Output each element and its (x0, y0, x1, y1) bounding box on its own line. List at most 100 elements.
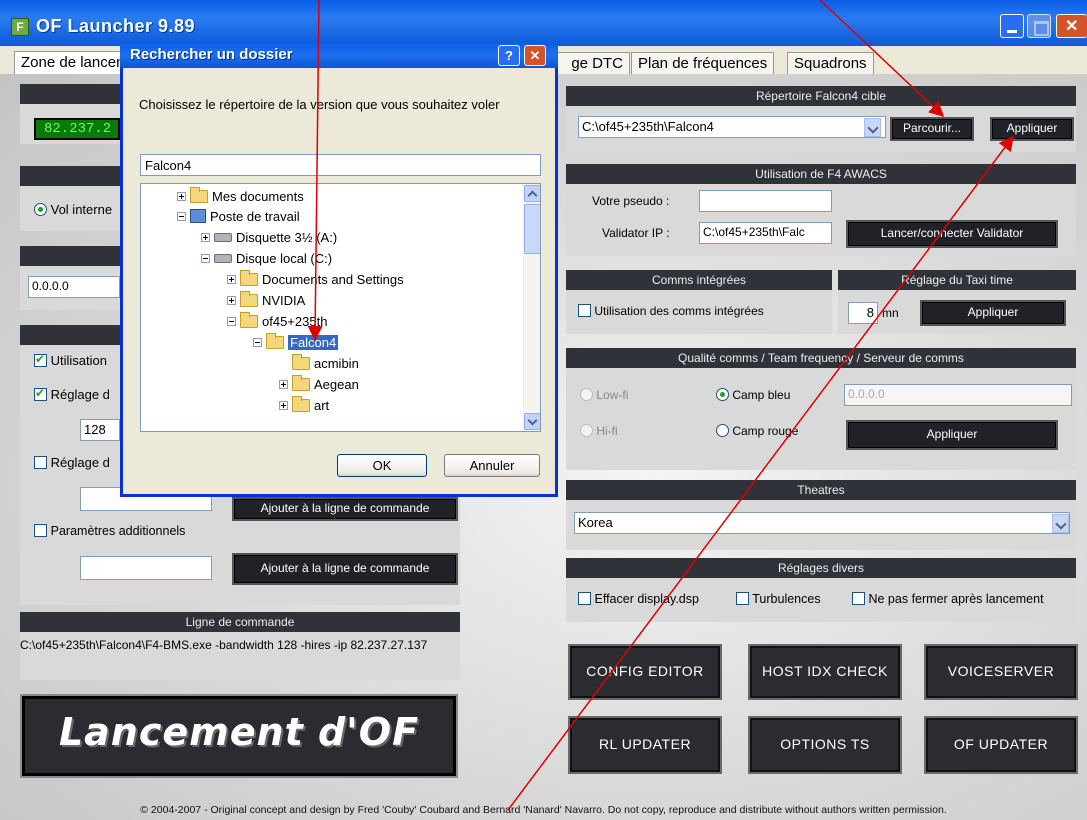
expand-icon[interactable] (201, 233, 210, 242)
divers-header: Réglages divers (566, 558, 1076, 578)
scroll-thumb[interactable] (524, 204, 540, 254)
window-titlebar[interactable]: F OF Launcher 9.89 (0, 0, 1087, 46)
tree-scrollbar[interactable] (523, 184, 540, 431)
vol-interne-option[interactable]: Vol interne (34, 202, 112, 217)
vol-interne-radio[interactable] (34, 203, 47, 216)
expand-icon[interactable] (279, 380, 288, 389)
turbulences-checkbox[interactable] (736, 592, 749, 605)
comms-server-input[interactable]: 0.0.0.0 (844, 384, 1072, 406)
tree-item-mes-documents[interactable]: Mes documents (177, 187, 304, 207)
effacer-option[interactable]: Effacer display.dsp (578, 592, 699, 606)
ip-input[interactable]: 0.0.0.0 (28, 276, 120, 298)
dialog-close-icon[interactable]: ✕ (524, 45, 546, 66)
reglage-checkbox-2[interactable] (34, 456, 47, 469)
browse-folder-dialog: Rechercher un dossier ? ✕ Choisissez le … (120, 42, 558, 497)
effacer-checkbox[interactable] (578, 592, 591, 605)
voiceserver-button[interactable]: VOICESERVER (924, 644, 1078, 700)
tree-item-nvidia[interactable]: NVIDIA (227, 291, 305, 311)
params-input[interactable] (80, 556, 212, 580)
theatre-chevron-down-icon[interactable] (1052, 514, 1069, 533)
tree-item-of45-235th[interactable]: of45+235th (227, 312, 327, 332)
collapse-icon[interactable] (177, 212, 186, 221)
maximize-button[interactable] (1027, 14, 1051, 38)
taxi-apply-button[interactable]: Appliquer (920, 300, 1066, 326)
lowfi-option[interactable]: Low-fi (580, 388, 628, 402)
falcon-dir-chevron-down-icon[interactable] (864, 118, 881, 137)
add-to-command-button-1[interactable]: Ajouter à la ligne de commande (232, 497, 458, 521)
launch-label: Lancement d'OF (58, 710, 420, 754)
turbulences-option[interactable]: Turbulences (736, 592, 821, 606)
camp-rouge-option[interactable]: Camp rouge (716, 424, 798, 438)
params-checkbox[interactable] (34, 524, 47, 537)
tree-item-art[interactable]: art (279, 396, 329, 416)
expand-icon[interactable] (279, 401, 288, 410)
scroll-up-icon[interactable] (524, 185, 540, 202)
taxi-input[interactable]: 8 (848, 302, 878, 324)
pseudo-input[interactable] (699, 190, 832, 212)
reglage-option-2[interactable]: Réglage d (34, 455, 110, 470)
collapse-icon[interactable] (253, 338, 262, 347)
theatres-header: Theatres (566, 480, 1076, 500)
open-folder-icon (266, 333, 284, 349)
tree-item-disque-local[interactable]: Disque local (C:) (201, 249, 332, 269)
falcon-dir-select[interactable]: C:\of45+235th\Falcon4 (578, 116, 886, 138)
tab-squadrons[interactable]: Squadrons (787, 52, 874, 74)
comms-panel: Utilisation des comms intégrées (566, 290, 832, 334)
cancel-button[interactable]: Annuler (444, 454, 540, 477)
comms-header: Comms intégrées (566, 270, 832, 290)
collapse-icon[interactable] (227, 317, 236, 326)
tree-item-documents-and-settings[interactable]: Documents and Settings (227, 270, 404, 290)
browse-button[interactable]: Parcourir... (890, 117, 974, 141)
ne-pas-fermer-checkbox[interactable] (852, 592, 865, 605)
camp-bleu-option[interactable]: Camp bleu (716, 388, 790, 402)
tree-item-aegean[interactable]: Aegean (279, 375, 359, 395)
reglage-option-1[interactable]: Réglage d (34, 386, 110, 402)
minimize-button[interactable] (1000, 14, 1024, 38)
params-option[interactable]: Paramètres additionnels (34, 523, 185, 538)
hifi-option[interactable]: Hi-fi (580, 424, 618, 438)
scroll-down-icon[interactable] (524, 413, 540, 430)
server-ip-display: 82.237.2 (34, 118, 120, 140)
comms-option[interactable]: Utilisation des comms intégrées (578, 304, 764, 318)
camp-rouge-radio[interactable] (716, 424, 729, 437)
tab-zone-de-lancement[interactable]: Zone de lancement (14, 51, 134, 74)
ne-pas-fermer-option[interactable]: Ne pas fermer après lancement (852, 592, 1044, 606)
reglage-checkbox-1[interactable] (34, 386, 47, 401)
host-idx-check-button[interactable]: HOST IDX CHECK (748, 644, 902, 700)
tree-item-poste-de-travail[interactable]: Poste de travail (177, 207, 300, 227)
utilisation-option[interactable]: Utilisation (34, 352, 107, 368)
expand-icon[interactable] (227, 296, 236, 305)
expand-icon[interactable] (227, 275, 236, 284)
close-button[interactable] (1056, 14, 1087, 38)
tree-item-falcon4[interactable]: Falcon4 (253, 333, 339, 353)
folder-input[interactable]: Falcon4 (140, 154, 541, 176)
rl-updater-button[interactable]: RL UPDATER (568, 716, 722, 774)
tab-dtc[interactable]: ge DTC (546, 52, 630, 74)
launch-validator-button[interactable]: Lancer/connecter Validator (846, 220, 1058, 248)
expand-icon[interactable] (177, 192, 186, 201)
apply-dir-button[interactable]: Appliquer (990, 117, 1074, 141)
tab-plan-de-frequences[interactable]: Plan de fréquences (631, 52, 775, 74)
folder-tree[interactable]: Mes documents Poste de travail Disquette… (140, 183, 541, 432)
dialog-title[interactable]: Rechercher un dossier (120, 42, 558, 68)
launch-button[interactable]: Lancement d'OF (20, 694, 458, 778)
tree-item-acmibin[interactable]: acmibin (279, 354, 359, 374)
theatre-select[interactable]: Korea (574, 512, 1070, 534)
help-icon[interactable]: ? (498, 45, 520, 66)
config-editor-button[interactable]: CONFIG EDITOR (568, 644, 722, 700)
collapse-icon[interactable] (201, 254, 210, 263)
add-to-command-button-2[interactable]: Ajouter à la ligne de commande (232, 553, 458, 585)
quality-apply-button[interactable]: Appliquer (846, 420, 1058, 450)
lowfi-radio[interactable] (580, 388, 593, 401)
comms-checkbox[interactable] (578, 304, 591, 317)
tree-item-disquette[interactable]: Disquette 3½ (A:) (201, 228, 337, 248)
awacs-panel: Votre pseudo : Validator IP : C:\of45+23… (566, 184, 1076, 256)
hifi-radio[interactable] (580, 424, 593, 437)
validator-ip-input[interactable]: C:\of45+235th\Falc (699, 222, 832, 244)
of-updater-button[interactable]: OF UPDATER (924, 716, 1078, 774)
ok-button[interactable]: OK (337, 454, 427, 477)
options-ts-button[interactable]: OPTIONS TS (748, 716, 902, 774)
utilisation-checkbox[interactable] (34, 352, 47, 367)
bandwidth-input[interactable]: 128 (80, 419, 120, 441)
camp-bleu-radio[interactable] (716, 388, 729, 401)
